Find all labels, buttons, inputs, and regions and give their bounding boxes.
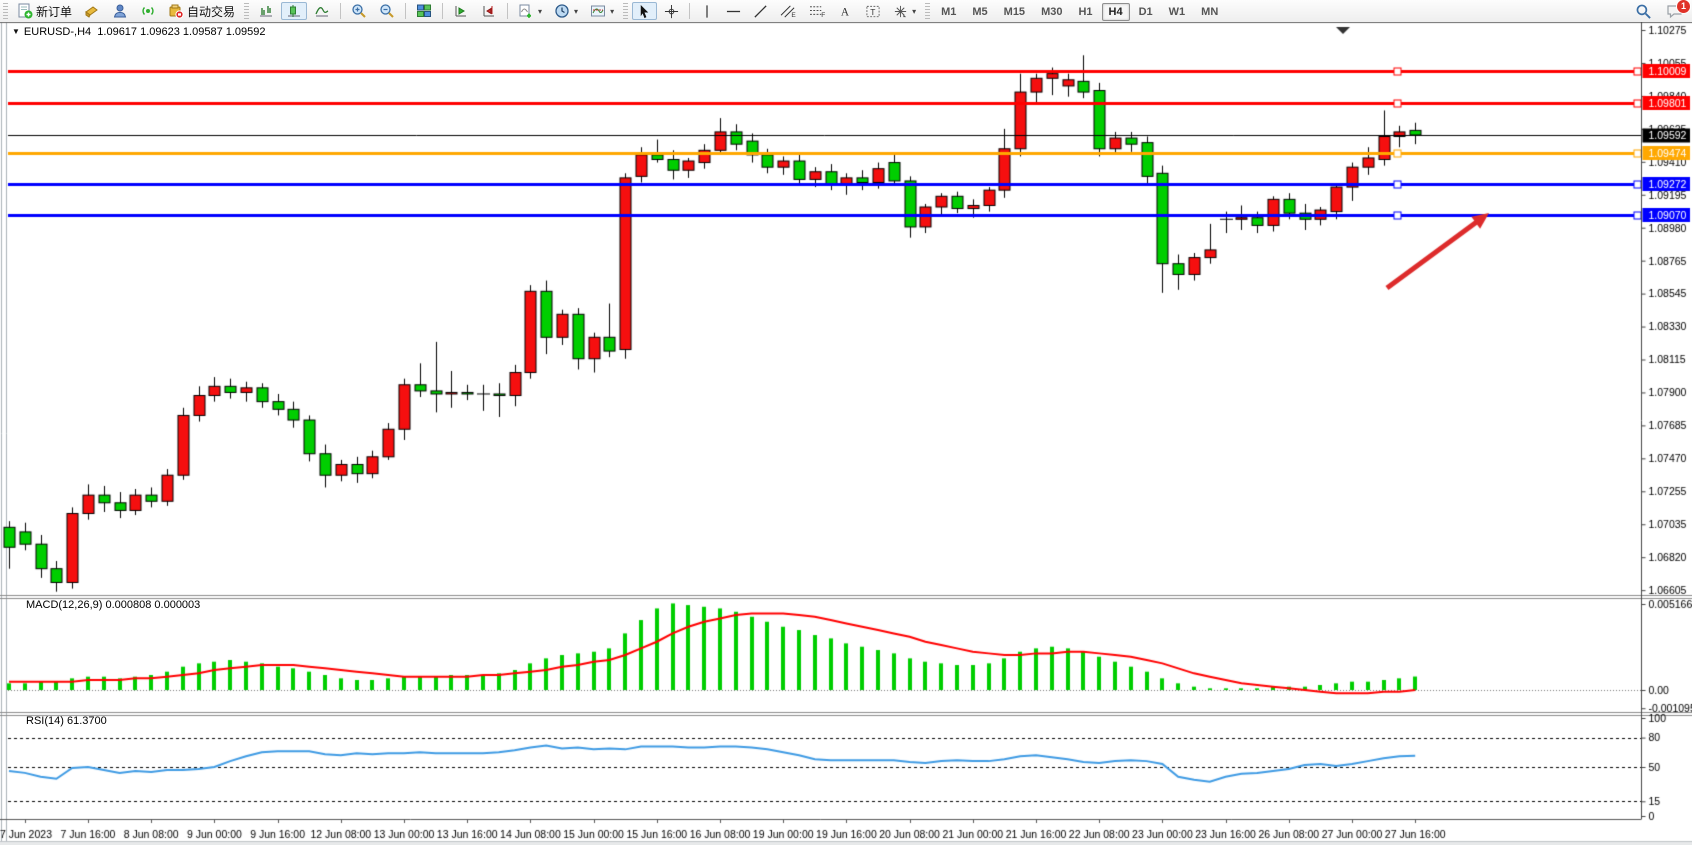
text-tool-button[interactable]: A: [833, 2, 858, 20]
horn-icon: [84, 3, 100, 19]
chart-title: ▼ EURUSD-,H4 1.09617 1.09623 1.09587 1.09…: [12, 26, 266, 38]
timeframe-h1[interactable]: H1: [1071, 3, 1099, 21]
svg-text:T: T: [870, 6, 875, 16]
svg-text:E: E: [791, 12, 796, 19]
auto-trading-button[interactable]: 自动交易: [163, 2, 240, 20]
text-label-tool-button[interactable]: T: [860, 2, 886, 20]
cursor-arrow-icon: [637, 4, 652, 19]
zoom-out-button[interactable]: [374, 2, 400, 20]
metaeditor-button[interactable]: [107, 2, 133, 20]
dropdown-arrow-icon: ▾: [574, 7, 578, 16]
auto-scroll-button[interactable]: [448, 2, 474, 20]
symbol-period-label: EURUSD-,H4: [24, 26, 91, 38]
chart-canvas[interactable]: [0, 22, 1692, 845]
timeframe-m5[interactable]: M5: [965, 3, 994, 21]
bar-chart-icon: [258, 3, 274, 19]
search-icon: [1635, 3, 1652, 20]
timeframe-d1[interactable]: D1: [1132, 3, 1160, 21]
chart-shift-button[interactable]: [476, 2, 502, 20]
dropdown-arrow-icon: ▾: [912, 7, 916, 16]
toolbar-grip[interactable]: [925, 3, 930, 19]
chevron-down-icon: ▼: [12, 27, 20, 36]
signal-icon: [140, 3, 156, 19]
line-chart-icon: [314, 3, 330, 19]
notifications-button[interactable]: 1: [1666, 3, 1684, 19]
indicators-plus-icon: [518, 3, 534, 19]
tile-windows-button[interactable]: [411, 2, 437, 20]
toolbar-grip[interactable]: [3, 3, 8, 19]
text-label-icon: T: [865, 4, 881, 19]
horizontal-line-icon: [726, 4, 741, 19]
search-button[interactable]: [1635, 3, 1652, 20]
auto-scroll-icon: [453, 3, 469, 19]
notification-badge: 1: [1676, 0, 1691, 14]
timeframe-m30[interactable]: M30: [1034, 3, 1069, 21]
arrow-objects-icon: [893, 4, 908, 19]
indicators-button[interactable]: ▾: [513, 2, 547, 20]
timeframe-switcher: M1M5M15M30H1H4D1W1MN: [933, 2, 1226, 20]
new-order-label: 新订单: [36, 3, 72, 20]
new-order-icon: [17, 3, 33, 19]
clock-icon: [554, 3, 570, 19]
vertical-line-icon: [700, 4, 714, 19]
candlestick-icon: [286, 3, 302, 19]
timeframe-m1[interactable]: M1: [934, 3, 963, 21]
trading-platform-window: { "toolbar": { "new_order_label": "新订单",…: [0, 0, 1692, 845]
timeframe-m15[interactable]: M15: [997, 3, 1032, 21]
zoom-in-icon: [351, 3, 367, 19]
trendline-icon: [753, 4, 768, 19]
chart-shift-icon: [481, 3, 497, 19]
bar-chart-mode-button[interactable]: [253, 2, 279, 20]
channel-tool-button[interactable]: E: [775, 2, 802, 20]
toolbar-grip[interactable]: [623, 3, 628, 19]
auto-trading-icon: [168, 3, 184, 19]
trendline-tool-button[interactable]: [748, 2, 773, 20]
vertical-line-tool-button[interactable]: [695, 2, 719, 20]
timeframe-mn[interactable]: MN: [1194, 3, 1225, 21]
zoom-in-button[interactable]: [346, 2, 372, 20]
auto-trading-label: 自动交易: [187, 3, 235, 20]
fibonacci-tool-button[interactable]: F: [804, 2, 831, 20]
templates-button[interactable]: ▾: [585, 2, 619, 20]
template-icon: [590, 3, 606, 19]
equidistant-channel-icon: E: [780, 4, 797, 19]
new-order-button[interactable]: 新订单: [12, 2, 77, 20]
svg-text:F: F: [821, 12, 825, 19]
candlestick-mode-button[interactable]: [281, 2, 307, 20]
timeframe-h4[interactable]: H4: [1102, 3, 1130, 21]
text-icon: A: [838, 4, 853, 19]
arrows-tool-button[interactable]: ▾: [888, 2, 921, 20]
crosshair-icon: [664, 4, 679, 19]
tile-windows-icon: [416, 3, 432, 19]
signals-button[interactable]: [135, 2, 161, 20]
horizontal-line-tool-button[interactable]: [721, 2, 746, 20]
svg-text:A: A: [841, 6, 850, 18]
periods-button[interactable]: ▾: [549, 2, 583, 20]
chart-launcher-button[interactable]: [79, 2, 105, 20]
zoom-out-icon: [379, 3, 395, 19]
rsi-indicator-label: RSI(14) 61.3700: [26, 715, 107, 727]
line-chart-mode-button[interactable]: [309, 2, 335, 20]
main-toolbar: 新订单 自动: [0, 0, 1692, 23]
timeframe-w1[interactable]: W1: [1162, 3, 1193, 21]
fibonacci-icon: F: [809, 4, 826, 19]
cursor-tool-button[interactable]: [632, 2, 657, 20]
dropdown-arrow-icon: ▾: [610, 7, 614, 16]
crosshair-tool-button[interactable]: [659, 2, 684, 20]
toolbar-grip[interactable]: [244, 3, 249, 19]
dropdown-arrow-icon: ▾: [538, 7, 542, 16]
ohlc-values: 1.09617 1.09623 1.09587 1.09592: [97, 26, 265, 38]
macd-indicator-label: MACD(12,26,9) 0.000808 0.000003: [26, 599, 200, 611]
editor-person-icon: [112, 3, 128, 19]
